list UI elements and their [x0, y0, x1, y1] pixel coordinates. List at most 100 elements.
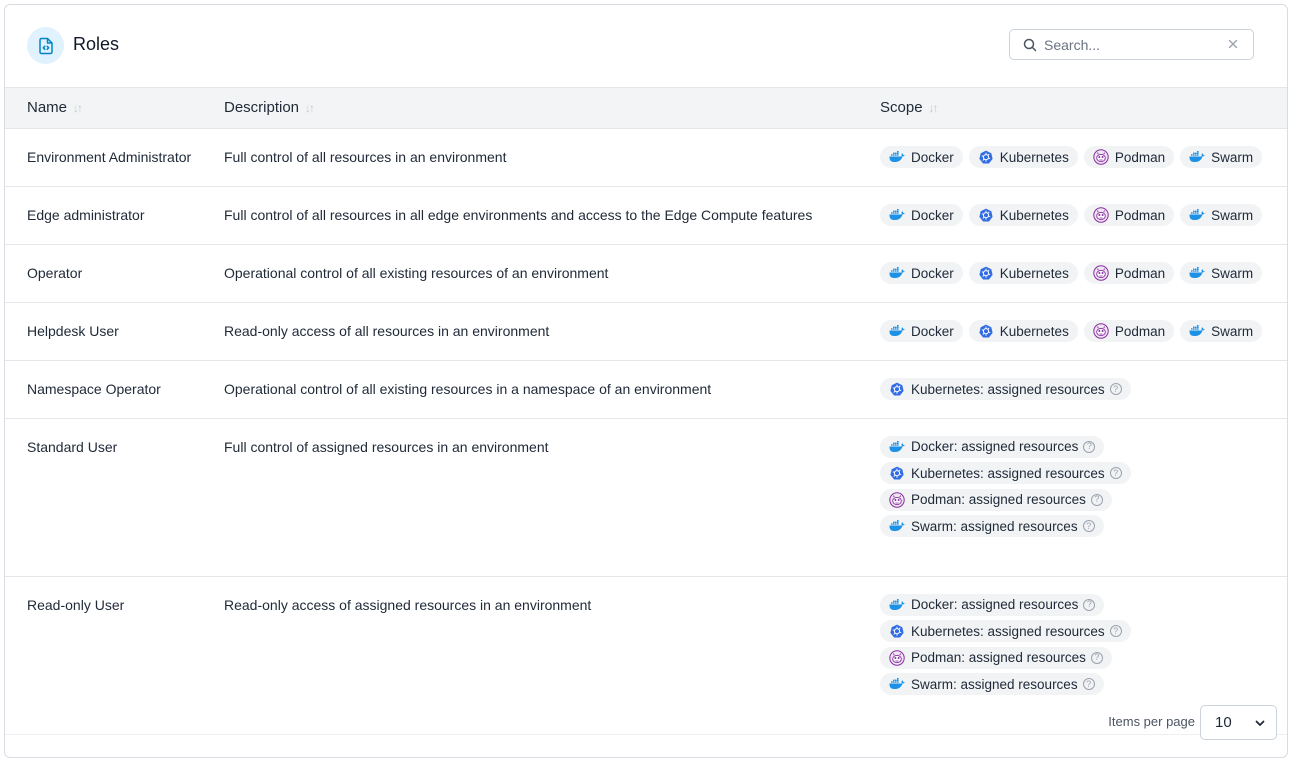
table-row[interactable]: Helpdesk User Read-only access of all res…: [5, 302, 1287, 361]
docker-icon: [888, 439, 906, 455]
role-description: Full control of all resources in an envi…: [202, 128, 858, 187]
docker-icon: [888, 323, 906, 339]
sort-icon: ↓↑: [73, 101, 83, 116]
scope-chip: Kubernetes: assigned resources?: [880, 462, 1131, 484]
scope-chip-label: Docker: assigned resources: [911, 439, 1079, 454]
podman-icon: [888, 649, 906, 666]
search-input[interactable]: [1044, 36, 1224, 53]
scope-chip-label: Podman: [1114, 323, 1166, 339]
scope-chip-label: Docker: [911, 265, 954, 281]
scope-chip-label: Kubernetes: [999, 265, 1069, 281]
scope-chip: Docker: [880, 204, 963, 226]
role-scope: Docker Kubernetes Podman Swarm: [858, 244, 1287, 303]
podman-icon: [1092, 207, 1110, 223]
help-icon[interactable]: ?: [1109, 383, 1122, 395]
items-per-page-label: Items per page: [1108, 714, 1195, 729]
table-row[interactable]: Namespace Operator Operational control of…: [5, 360, 1287, 419]
scope-chip-label: Swarm: [1211, 265, 1254, 281]
scope-chip-list: Docker Kubernetes Podman Swarm: [880, 146, 1287, 168]
scope-chip: Podman: [1083, 320, 1175, 342]
search-box[interactable]: [1009, 29, 1254, 60]
scope-chip-label: Docker: [911, 149, 954, 165]
file-code-icon: [27, 27, 64, 64]
scope-chip: Kubernetes: [968, 204, 1078, 226]
swarm-icon: [888, 518, 906, 534]
role-description: Operational control of all existing reso…: [202, 360, 858, 419]
table-row[interactable]: Environment Administrator Full control of…: [5, 128, 1287, 187]
kubernetes-icon: [977, 149, 995, 165]
scope-chip-label: Kubernetes: [999, 323, 1069, 339]
table-footer: Items per page 10: [5, 693, 1287, 757]
scope-chip: Swarm: assigned resources?: [880, 673, 1104, 695]
scope-chip-label: Podman: assigned resources: [911, 650, 1086, 665]
scope-chip-label: Podman: assigned resources: [911, 492, 1086, 507]
swarm-icon: [1188, 323, 1206, 339]
table-row[interactable]: Standard User Full control of assigned re…: [5, 418, 1287, 577]
role-name: Namespace Operator: [5, 360, 202, 419]
role-scope: Docker Kubernetes Podman Swarm: [858, 302, 1287, 361]
help-icon[interactable]: ?: [1090, 651, 1103, 664]
scope-chip-label: Docker: [911, 323, 954, 339]
scope-chip-label: Swarm: [1211, 207, 1254, 223]
close-icon[interactable]: [1226, 37, 1240, 51]
kubernetes-icon: [888, 465, 906, 481]
scope-chip: Podman: [1083, 146, 1175, 168]
help-icon[interactable]: ?: [1082, 678, 1095, 690]
column-header-name[interactable]: Name ↓↑: [5, 88, 202, 129]
role-name: Helpdesk User: [5, 302, 202, 361]
help-icon[interactable]: ?: [1083, 598, 1096, 611]
card-header: Roles: [5, 5, 1287, 88]
scope-chip: Kubernetes: [968, 262, 1078, 284]
role-name: Standard User: [5, 418, 202, 577]
swarm-icon: [1188, 149, 1206, 165]
swarm-icon: [1188, 265, 1206, 281]
role-name: Operator: [5, 244, 202, 303]
scope-chip-label: Docker: assigned resources: [911, 597, 1079, 612]
scope-chip: Docker: [880, 320, 963, 342]
help-icon[interactable]: ?: [1082, 520, 1095, 532]
role-description: Read-only access of all resources in an …: [202, 302, 858, 361]
scope-chip: Podman: assigned resources?: [880, 646, 1112, 669]
search-icon: [1016, 38, 1044, 52]
scope-chip-label: Swarm: assigned resources: [911, 676, 1078, 692]
scope-chip: Swarm: assigned resources?: [880, 515, 1104, 537]
scope-chip-list: Kubernetes: assigned resources?: [880, 378, 1287, 400]
help-icon[interactable]: ?: [1109, 467, 1122, 479]
scope-chip-label: Swarm: assigned resources: [911, 518, 1078, 534]
podman-icon: [1092, 149, 1110, 165]
kubernetes-icon: [977, 323, 995, 339]
scope-chip: Kubernetes: [968, 320, 1078, 342]
swarm-icon: [1188, 207, 1206, 223]
docker-icon: [888, 265, 906, 281]
docker-icon: [888, 597, 906, 613]
table-row[interactable]: Operator Operational control of all exist…: [5, 244, 1287, 303]
scope-chip-label: Kubernetes: assigned resources: [911, 623, 1105, 639]
help-icon[interactable]: ?: [1083, 440, 1096, 453]
roles-table: Name ↓↑ Description ↓↑ Scope ↓↑ Environment…: [5, 88, 1287, 735]
scope-chip-label: Podman: [1114, 265, 1166, 281]
scope-chip-label: Kubernetes: [999, 149, 1069, 165]
role-scope: Docker: assigned resources? Kubernetes: a…: [858, 418, 1287, 577]
chevron-down-icon: [1254, 716, 1266, 733]
scope-chip: Docker: assigned resources?: [880, 593, 1105, 616]
scope-chip-label: Swarm: [1211, 323, 1254, 339]
kubernetes-icon: [888, 623, 906, 639]
scope-chip: Swarm: [1180, 262, 1263, 284]
scope-chip-list: Docker Kubernetes Podman Swarm: [880, 262, 1287, 284]
podman-icon: [1092, 265, 1110, 281]
items-per-page-select[interactable]: 10: [1200, 705, 1277, 740]
scope-chip-list: Docker: assigned resources? Kubernetes: a…: [880, 593, 1287, 695]
docker-icon: [888, 207, 906, 223]
role-description: Operational control of all existing reso…: [202, 244, 858, 303]
roles-card: Roles Name↓↑ Descrip: [4, 4, 1288, 758]
table-row[interactable]: Edge administrator Full control of all re…: [5, 186, 1287, 245]
column-header-description[interactable]: Description ↓↑: [202, 88, 858, 129]
items-per-page-value: 10: [1215, 714, 1232, 731]
page-title: Roles: [73, 34, 120, 54]
scope-chip: Docker: [880, 146, 963, 168]
column-header-scope[interactable]: Scope ↓↑: [858, 88, 1287, 129]
help-icon[interactable]: ?: [1109, 625, 1122, 637]
scope-chip: Swarm: [1180, 146, 1263, 168]
scope-chip: Kubernetes: [968, 146, 1078, 168]
help-icon[interactable]: ?: [1090, 493, 1103, 506]
